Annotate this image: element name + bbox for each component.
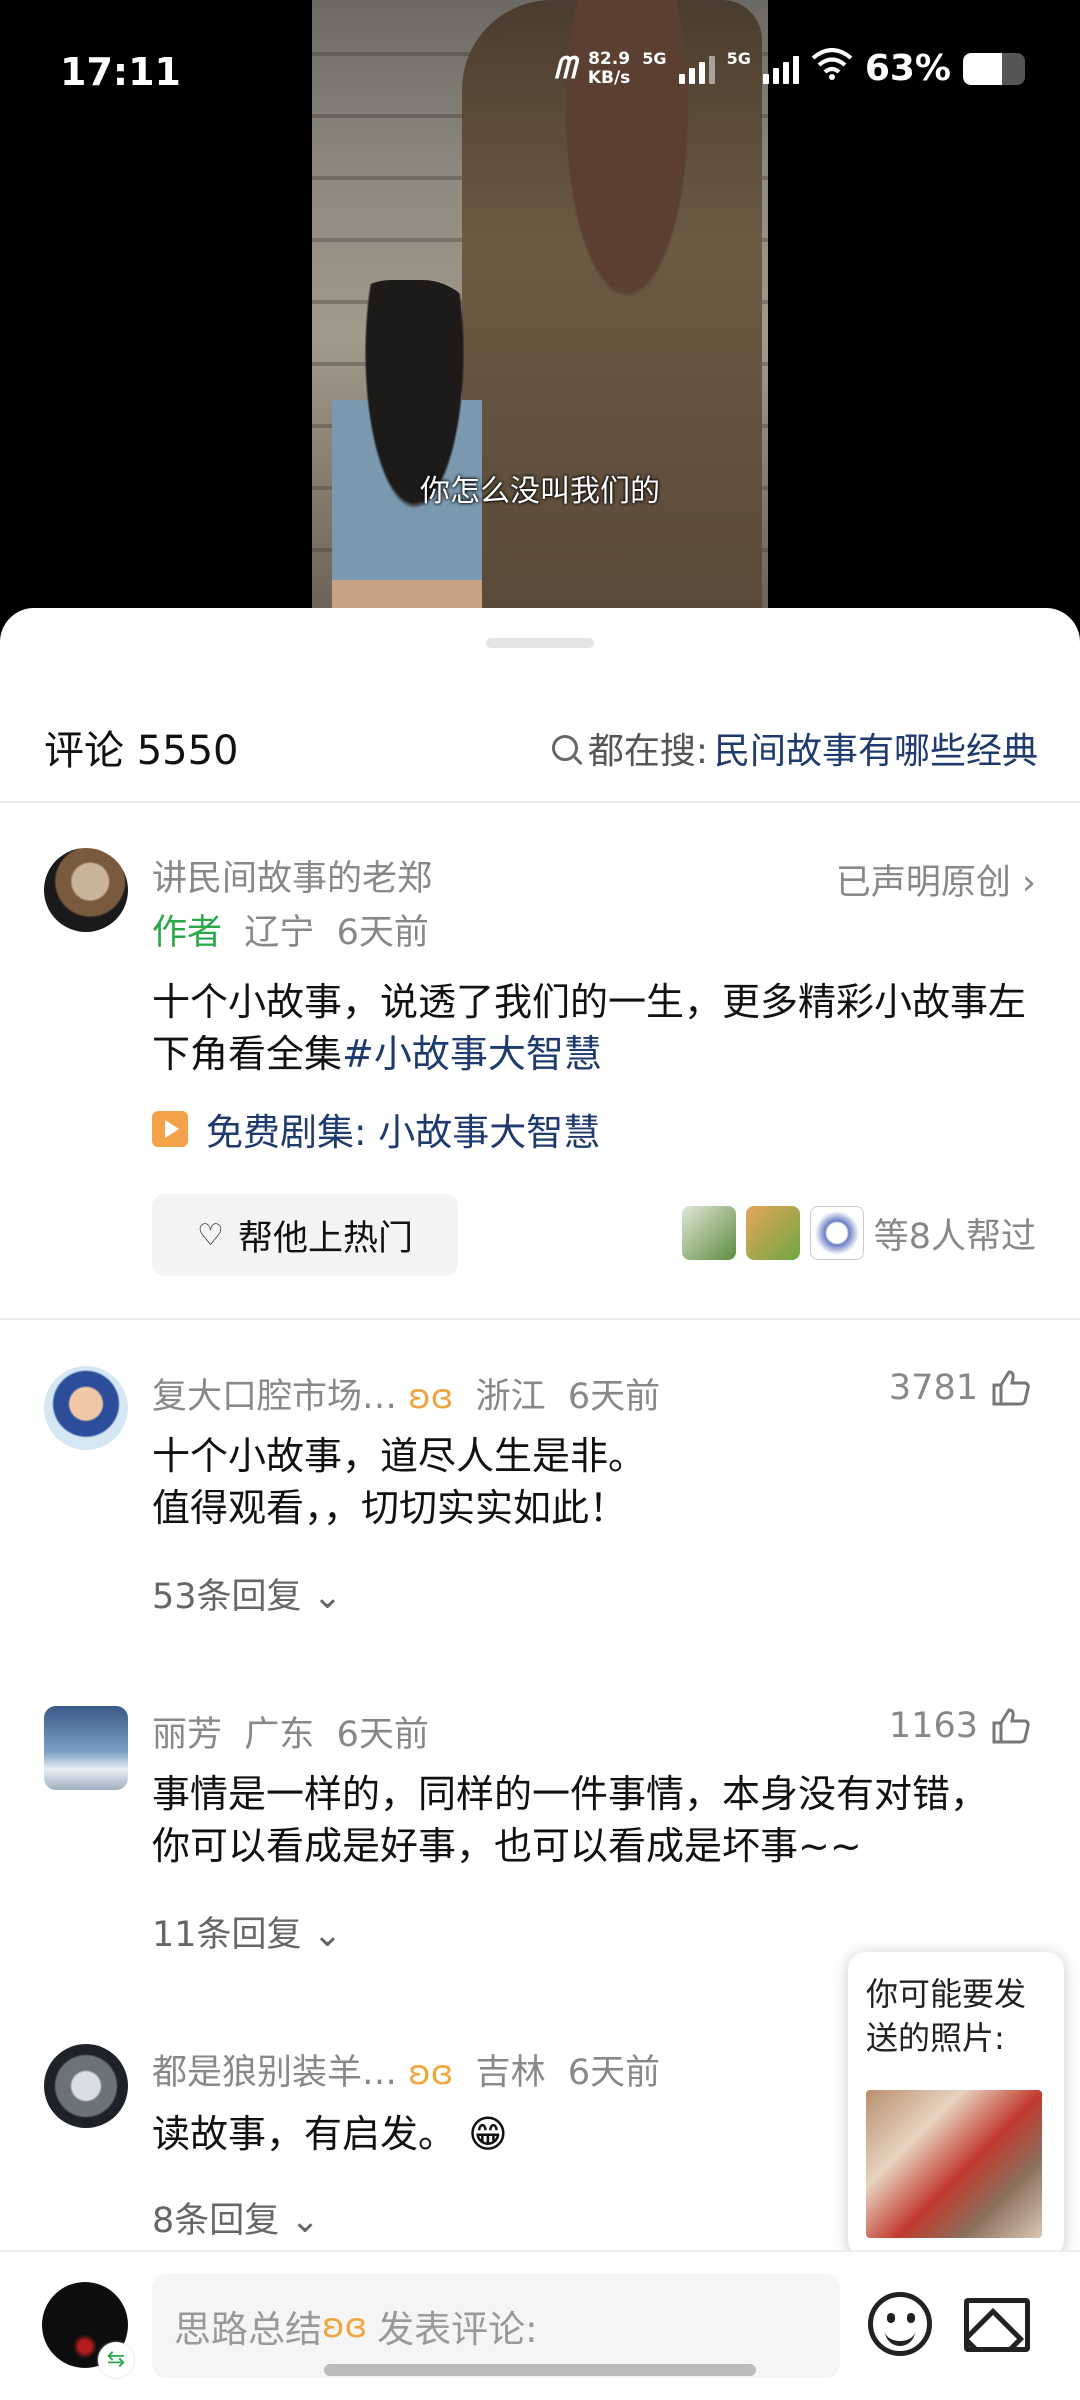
- butterfly-icon: ʚɞ: [408, 1377, 454, 1417]
- helper-avatar: [745, 1206, 800, 1260]
- author-badge: 作者: [152, 913, 223, 953]
- video-subtitle: 你怎么没叫我们的: [420, 474, 660, 509]
- switch-account-icon[interactable]: ⇆: [98, 2342, 134, 2378]
- avatar[interactable]: [44, 1366, 128, 1450]
- comment-time: 6天前: [567, 1377, 661, 1417]
- sim2-label: 5G: [726, 49, 751, 68]
- heart-icon: ♡: [197, 1217, 224, 1253]
- comment-author-row: 都是狼别装羊… ʚɞ 吉林 6天前: [152, 2044, 660, 2095]
- comment-input-bar: ⇆ 思路总结 ʚɞ 发表评论:: [0, 2250, 1080, 2400]
- view-replies-button[interactable]: 53条回复 ⌄: [152, 1568, 342, 1619]
- trending-search[interactable]: 都在搜: 民间故事有哪些经典: [551, 722, 1038, 774]
- suggested-photo-thumbnail[interactable]: [866, 2090, 1042, 2238]
- network-speed: 82.9 KB/s: [587, 48, 631, 88]
- divider: [0, 1318, 1080, 1320]
- input-placeholder: 发表评论:: [377, 2308, 538, 2351]
- like-button[interactable]: 3781: [889, 1368, 1030, 1408]
- signal-sim2-icon: [762, 54, 799, 84]
- chevron-right-icon: ›: [1022, 863, 1036, 903]
- comment-time: 6天前: [336, 1715, 429, 1755]
- view-replies-button[interactable]: 11条回复 ⌄: [152, 1906, 342, 1957]
- like-button[interactable]: 1163: [889, 1706, 1030, 1746]
- avatar[interactable]: [44, 2044, 128, 2128]
- comment-header: 评论 5550 都在搜: 民间故事有哪些经典: [0, 718, 1080, 798]
- chevron-down-icon: ⌄: [290, 2201, 320, 2241]
- signal-sim1-icon: [678, 54, 715, 84]
- view-replies-button[interactable]: 8条回复 ⌄: [152, 2192, 320, 2243]
- status-bar: 17:11 ᗰ 82.9 KB/s 5G 5G 63%: [0, 0, 1080, 140]
- comment-meta: 作者 辽宁 6天前: [152, 904, 429, 955]
- avatar[interactable]: [44, 848, 128, 932]
- comment-location: 吉林: [475, 2053, 546, 2093]
- comment-author-name[interactable]: 丽芳: [152, 1715, 222, 1755]
- chevron-down-icon: ⌄: [312, 1577, 343, 1617]
- like-count: 3781: [888, 1368, 978, 1408]
- comment-author-name[interactable]: 都是狼别装羊…: [152, 2053, 397, 2093]
- comment-author-row: 丽芳 广东 6天前: [152, 1706, 429, 1757]
- home-indicator[interactable]: [324, 2364, 756, 2376]
- battery-icon: [963, 52, 1025, 85]
- comment-author-row: 复大口腔市场… ʚɞ 浙江 6天前: [152, 1368, 660, 1419]
- comment-author-name[interactable]: 讲民间故事的老郑: [152, 850, 432, 901]
- comment-text: 读故事，有启发。 😁: [152, 2112, 508, 2156]
- status-icons: ᗰ 82.9 KB/s 5G 5G 63%: [554, 48, 1025, 89]
- comment-text: 十个小故事，道尽人生是非。 值得观看，，切切实实如此！: [152, 1434, 647, 1530]
- divider: [0, 801, 1080, 803]
- helper-avatar: [681, 1206, 736, 1260]
- grin-emoji-icon: 😁: [468, 2112, 508, 2156]
- thumb-up-icon: [992, 1708, 1030, 1744]
- comment-time: 6天前: [567, 2053, 661, 2093]
- original-declare-link[interactable]: 已声明原创 ›: [836, 854, 1036, 905]
- comment-text: 十个小故事，说透了我们的一生，更多精彩小故事左下角看全集#小故事大智慧: [152, 980, 1027, 1076]
- carrier-logo-icon: ᗰ: [554, 51, 576, 86]
- chevron-down-icon: ⌄: [312, 1915, 343, 1955]
- helpers-row[interactable]: 等8人帮过: [681, 1206, 1036, 1260]
- comment-location: 广东: [244, 1715, 315, 1755]
- sim1-label: 5G: [642, 49, 667, 68]
- status-time: 17:11: [60, 50, 181, 94]
- search-prefix: 都在搜:: [587, 731, 708, 772]
- image-icon[interactable]: [964, 2298, 1030, 2352]
- helpers-count: 等8人帮过: [873, 1216, 1036, 1257]
- photo-suggestion-popup[interactable]: 你可能要发送的照片:: [848, 1952, 1064, 2276]
- comment-time: 6天前: [336, 913, 429, 953]
- wifi-icon: [811, 48, 853, 89]
- smile-icon[interactable]: [868, 2292, 932, 2356]
- comment-count: 评论 5550: [44, 728, 239, 774]
- search-icon: [551, 735, 578, 761]
- photo-suggestion-text: 你可能要发送的照片:: [866, 1975, 1027, 2057]
- comment-input[interactable]: 思路总结 ʚɞ 发表评论:: [152, 2274, 840, 2378]
- avatar[interactable]: [44, 1706, 128, 1790]
- video-figure-girl: [332, 280, 482, 610]
- search-query[interactable]: 民间故事有哪些经典: [714, 722, 1038, 774]
- like-count: 1163: [888, 1706, 978, 1746]
- butterfly-icon: ʚɞ: [322, 2306, 368, 2346]
- comment-text: 事情是一样的，同样的一件事情，本身没有对错， 你可以看成是好事，也可以看成是坏事…: [152, 1772, 989, 1868]
- comment-location: 浙江: [475, 1377, 546, 1417]
- thumb-up-icon: [992, 1370, 1030, 1406]
- butterfly-icon: ʚɞ: [408, 2053, 454, 2093]
- comment-location: 辽宁: [244, 913, 315, 953]
- series-link[interactable]: 免费剧集: 小故事大智慧: [152, 1102, 600, 1156]
- helper-avatar: [809, 1206, 864, 1260]
- comment-author-name[interactable]: 复大口腔市场…: [152, 1377, 397, 1417]
- input-prefix: 思路总结: [174, 2308, 322, 2351]
- hashtag-link[interactable]: #小故事大智慧: [342, 1032, 602, 1076]
- sheet-grabber[interactable]: [486, 638, 594, 648]
- boost-hot-button[interactable]: ♡ 帮他上热门: [152, 1194, 458, 1276]
- battery-percent: 63%: [864, 48, 951, 89]
- play-icon: [152, 1111, 188, 1147]
